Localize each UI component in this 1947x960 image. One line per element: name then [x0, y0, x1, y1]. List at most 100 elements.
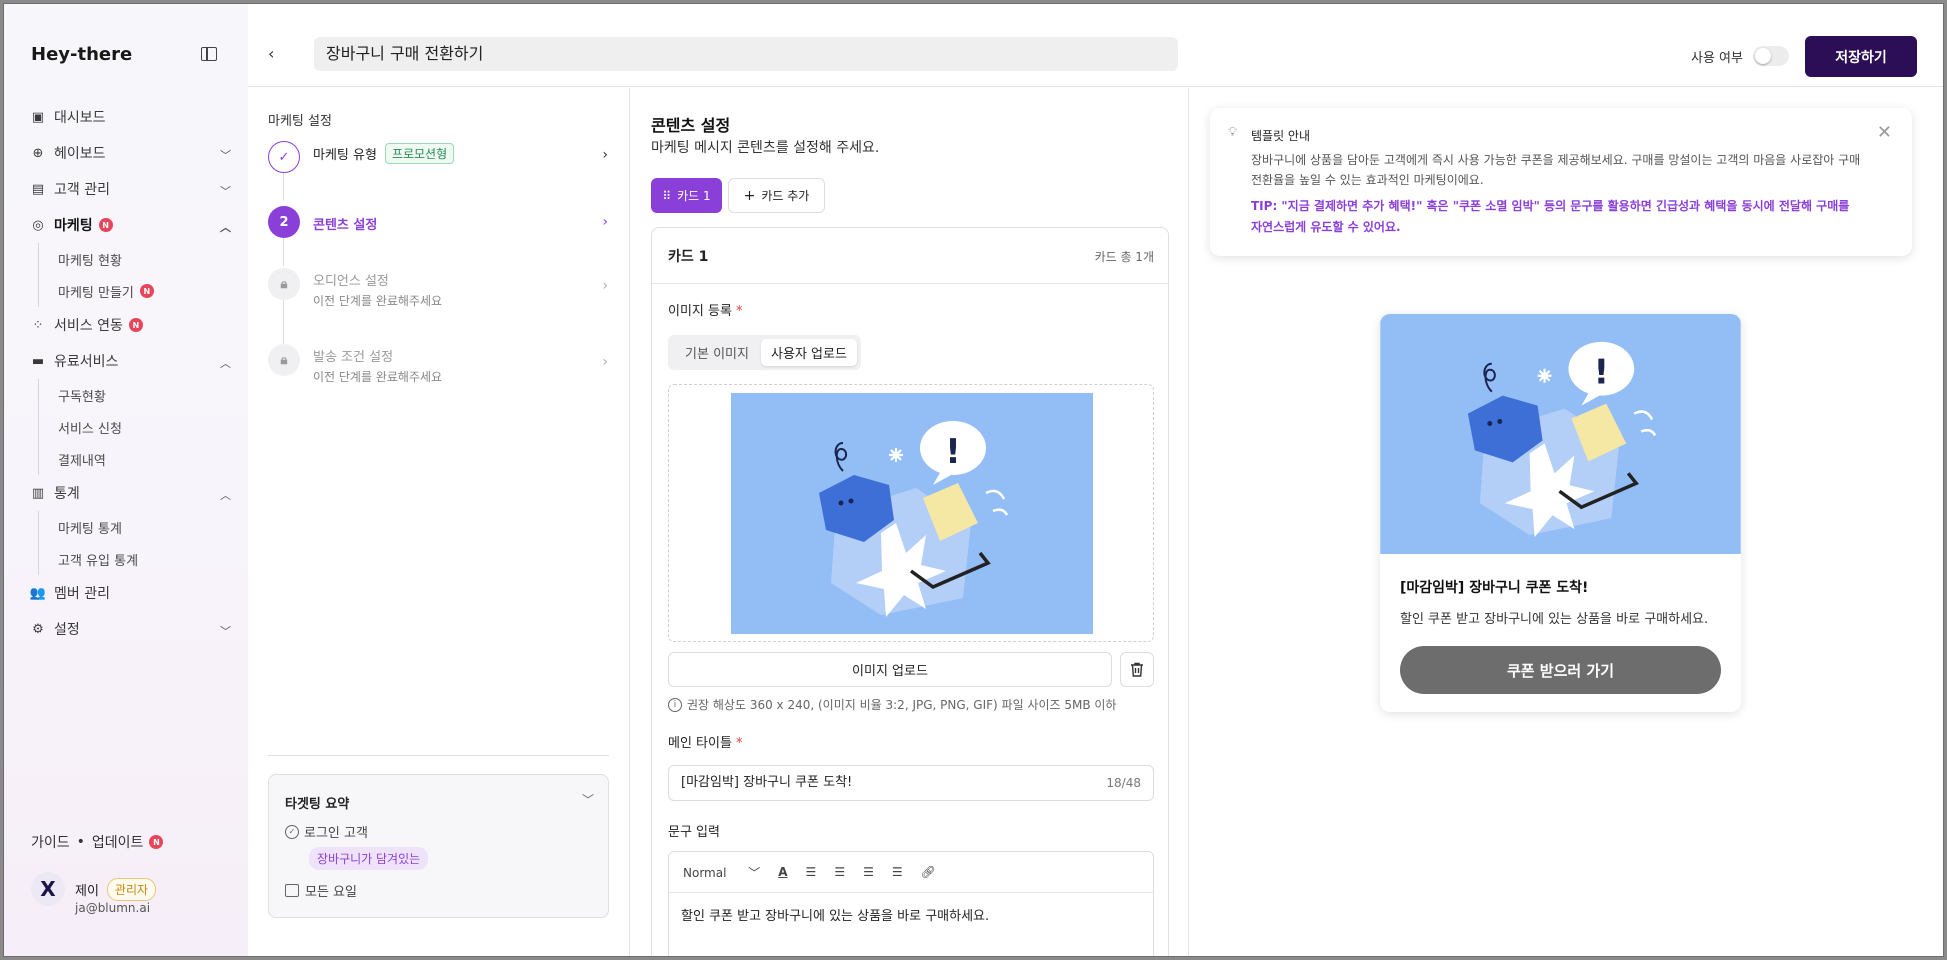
campaign-title-input[interactable]: 장바구니 구매 전환하기 — [314, 37, 1178, 71]
step-label: 오디언스 설정 — [313, 274, 389, 289]
sidebar-item-dashboard[interactable]: ▣ 대시보드 — [31, 99, 231, 135]
step-content-settings[interactable]: 2 콘텐츠 설정 › — [268, 206, 608, 256]
sidebar-item-customers[interactable]: ▤ 고객 관리 ﹀ — [31, 171, 231, 207]
sidebar-item-marketing-create[interactable]: 마케팅 만들기 N — [58, 275, 231, 307]
sidebar-item-label: 마케팅 — [54, 218, 93, 234]
avatar: X — [31, 872, 65, 906]
required-mark: * — [735, 736, 743, 751]
sidebar-item-payments[interactable]: 결제내역 — [58, 443, 231, 475]
top-bar: ‹ 장바구니 구매 전환하기 사용 여부 저장하기 — [248, 4, 1943, 87]
chevron-up-icon: ︿ — [220, 221, 231, 234]
step-label: 콘텐츠 설정 — [313, 218, 378, 233]
default-image-tab[interactable]: 기본 이미지 — [674, 335, 760, 370]
sidebar-item-label: 유료서비스 — [54, 354, 119, 370]
drag-handle-icon: ⠿ — [662, 188, 672, 203]
paid-submenu: 구독현황 서비스 신청 결제내역 — [38, 379, 231, 475]
preview-title: [마감임박] 장바구니 쿠폰 도착! — [1400, 580, 1589, 596]
sidebar-item-members[interactable]: 👥 멤버 관리 — [30, 575, 231, 611]
back-icon[interactable]: ‹ — [268, 44, 274, 63]
role-badge: 관리자 — [106, 877, 157, 901]
card-header: 카드 1 카드 총 1개 — [652, 228, 1168, 284]
sidebar-item-inflow-stats[interactable]: 고객 유입 통계 — [58, 543, 231, 575]
chevron-down-icon[interactable]: ﹀ — [582, 791, 594, 808]
lock-icon: 🔒︎ — [268, 344, 300, 376]
type-tag: 프로모션형 — [384, 143, 455, 164]
app-window: Hey-there ▣ 대시보드 ⊕ 헤이보드 ﹀ ▤ 고객 관리 ﹀ ◎ 마케… — [3, 3, 1944, 957]
content-subtitle: 마케팅 메시지 콘텐츠를 설정해 주세요. — [651, 140, 880, 156]
sidebar-item-label: 서비스 신청 — [58, 421, 122, 437]
template-body: 장바구니에 상품을 담아둔 고객에게 즉시 사용 가능한 쿠폰을 제공해보세요.… — [1251, 153, 1861, 187]
user-email: ja@blumn.ai — [75, 901, 151, 915]
sidebar-item-service-apply[interactable]: 서비스 신청 — [58, 411, 231, 443]
card-count: 카드 총 1개 — [1094, 250, 1154, 264]
save-button[interactable]: 저장하기 — [1805, 36, 1917, 77]
add-card-label: 카드 추가 — [761, 189, 810, 203]
sidebar-item-settings[interactable]: ⚙ 설정 ﹀ — [31, 611, 231, 647]
dashboard-icon: ▣ — [31, 109, 45, 125]
link-icon[interactable]: 🔗︎ — [921, 865, 936, 879]
add-card-button[interactable]: + 카드 추가 — [728, 178, 825, 213]
steps-panel: 마케팅 설정 ✓ 마케팅 유형 프로모션형 › 2 콘텐츠 설정 › 🔒︎ 오디언… — [248, 88, 630, 956]
new-badge: N — [139, 284, 154, 298]
coupon-illustration: ! — [731, 393, 1093, 634]
align-left-icon[interactable]: ☰ — [806, 865, 817, 879]
active-toggle[interactable] — [1753, 46, 1789, 66]
image-dropzone[interactable]: ! — [668, 384, 1154, 642]
editor-toolbar: Normal ﹀ A ☰ ☰ ☰ ☰ 🔗︎ — [669, 852, 1153, 893]
close-icon[interactable]: ✕ — [1877, 122, 1892, 143]
sidebar-collapse-icon[interactable] — [201, 47, 217, 61]
card-name: 카드 1 — [668, 249, 709, 265]
template-tip: TIP: "지금 결제하면 추가 혜택!" 혹은 "쿠폰 소멸 임박" 등의 문… — [1251, 199, 1850, 234]
sidebar-item-paid[interactable]: ▬ 유료서비스 ︿ — [31, 343, 231, 379]
marketing-icon: ◎ — [32, 217, 44, 233]
step-label: 발송 조건 설정 — [313, 350, 394, 365]
step-number: 2 — [268, 206, 300, 238]
align-right-icon[interactable]: ☰ — [863, 865, 874, 879]
step-send-conditions[interactable]: 🔒︎ 발송 조건 설정 이전 단계를 완료해주세요 › — [268, 344, 608, 394]
sidebar-item-marketing[interactable]: ◎ 마케팅 N ︿ — [31, 207, 231, 243]
chevron-right-icon: › — [602, 278, 608, 294]
sidebar-item-heyboard[interactable]: ⊕ 헤이보드 ﹀ — [31, 135, 231, 171]
coupon-cta-button[interactable]: 쿠폰 받으러 가기 — [1400, 646, 1721, 694]
card-tab[interactable]: ⠿ 카드 1 — [651, 178, 722, 213]
chevron-right-icon: › — [602, 147, 608, 163]
check-icon: ✓ — [268, 141, 300, 173]
summary-title: 타겟팅 요약 — [285, 797, 350, 812]
guide-link[interactable]: 가이드 — [31, 832, 70, 852]
sidebar-item-integrations[interactable]: ⁘ 서비스 연동 N — [31, 307, 231, 343]
user-profile[interactable]: X 제이 관리자 ja@blumn.ai — [31, 872, 157, 915]
align-justify-icon[interactable]: ☰ — [892, 865, 903, 879]
divider — [268, 755, 609, 756]
editor-body[interactable]: 할인 쿠폰 받고 장바구니에 있는 상품을 바로 구매하세요. — [669, 893, 1153, 936]
sidebar-item-marketing-stats[interactable]: 마케팅 통계 — [58, 511, 231, 543]
image-upload-button[interactable]: 이미지 업로드 — [668, 652, 1112, 687]
content-panel: 콘텐츠 설정 마케팅 메시지 콘텐츠를 설정해 주세요. ⠿ 카드 1 + 카드 추… — [631, 88, 1189, 956]
logo: Hey-there — [31, 44, 133, 65]
sidebar-nav: ▣ 대시보드 ⊕ 헤이보드 ﹀ ▤ 고객 관리 ﹀ ◎ 마케팅 N ︿ 마케팅 … — [30, 99, 231, 647]
font-style-select[interactable]: Normal ﹀ — [683, 864, 760, 881]
step-audience[interactable]: 🔒︎ 오디언스 설정 이전 단계를 완료해주세요 › — [268, 268, 608, 318]
update-link[interactable]: 업데이트 — [92, 832, 144, 852]
lightbulb-icon: 💡︎ — [1228, 125, 1238, 140]
card-icon: ▬ — [31, 353, 45, 369]
targeting-summary: 타겟팅 요약 ﹀ ✓ 로그인 고객 장바구니가 담겨있는 모든 요일 — [268, 774, 609, 918]
template-guide: 💡︎ 템플릿 안내 장바구니에 상품을 담아둔 고객에게 즉시 사용 가능한 쿠… — [1210, 108, 1912, 256]
sidebar-item-subscription[interactable]: 구독현황 — [58, 379, 231, 411]
step-marketing-type[interactable]: ✓ 마케팅 유형 프로모션형 › — [268, 141, 608, 191]
sidebar-item-label: 대시보드 — [54, 110, 106, 126]
user-upload-tab[interactable]: 사용자 업로드 — [761, 339, 857, 366]
grid-icon: ⁘ — [32, 317, 44, 333]
align-center-icon[interactable]: ☰ — [834, 865, 845, 879]
new-badge: N — [98, 218, 113, 232]
card-tab-label: 카드 1 — [677, 189, 711, 203]
plus-circle-icon: ⊕ — [32, 145, 44, 161]
sidebar-item-stats[interactable]: ▥ 통계 ︿ — [31, 475, 231, 511]
sidebar-item-label: 설정 — [54, 622, 80, 638]
main-title-input[interactable]: [마감임박] 장바구니 쿠폰 도착! 18/48 — [668, 765, 1154, 801]
marketing-submenu: 마케팅 현황 마케팅 만들기 N — [38, 243, 231, 307]
trash-icon[interactable] — [1120, 652, 1154, 687]
template-title: 템플릿 안내 — [1251, 129, 1311, 143]
sidebar-item-marketing-status[interactable]: 마케팅 현황 — [58, 243, 231, 275]
svg-text:!: ! — [1594, 353, 1609, 392]
text-color-icon[interactable]: A — [778, 865, 787, 879]
